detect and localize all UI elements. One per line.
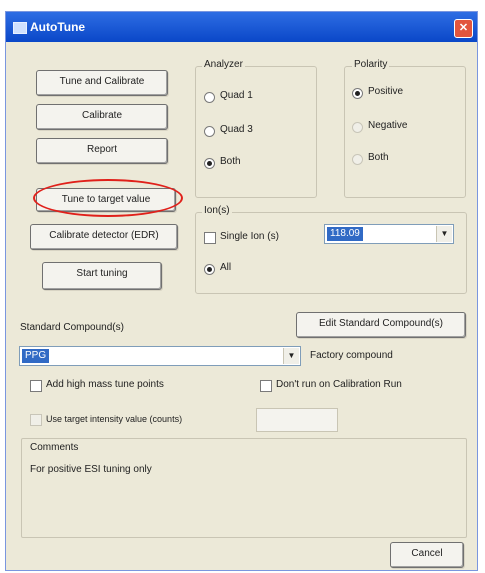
comments-text: For positive ESI tuning only — [30, 464, 152, 475]
comments-label: Comments — [30, 442, 79, 453]
autotune-dialog: AutoTune ✕ Tune and Calibrate Calibrate … — [5, 11, 478, 571]
polarity-both-label: Both — [368, 152, 389, 163]
chevron-down-icon[interactable]: ▼ — [283, 348, 299, 364]
single-ion-value: 118.09 — [327, 227, 363, 241]
calibrate-button[interactable]: Calibrate — [36, 104, 168, 130]
title-bar[interactable]: AutoTune ✕ — [6, 12, 477, 42]
negative-radio[interactable] — [352, 122, 363, 133]
positive-radio[interactable] — [352, 88, 363, 99]
single-ion-checkbox[interactable] — [204, 232, 216, 244]
add-high-mass-checkbox[interactable] — [30, 380, 42, 392]
target-intensity-input[interactable] — [256, 408, 338, 432]
standard-compound-label: Standard Compound(s) — [20, 322, 124, 333]
polarity-group — [344, 66, 466, 198]
dont-run-cal-checkbox[interactable] — [260, 380, 272, 392]
factory-compound-label: Factory compound — [310, 350, 393, 361]
start-tuning-button[interactable]: Start tuning — [42, 262, 162, 290]
calibrate-detector-button[interactable]: Calibrate detector (EDR) — [30, 224, 178, 250]
use-target-label: Use target intensity value (counts) — [46, 414, 183, 424]
standard-compound-combo[interactable]: PPG ▼ — [19, 346, 301, 366]
all-ions-radio[interactable] — [204, 264, 215, 275]
analyzer-both-radio[interactable] — [204, 158, 215, 169]
quad1-label: Quad 1 — [220, 90, 253, 101]
polarity-both-radio[interactable] — [352, 154, 363, 165]
negative-label: Negative — [368, 120, 408, 131]
analyzer-both-label: Both — [220, 156, 241, 167]
report-button[interactable]: Report — [36, 138, 168, 164]
single-ion-label: Single Ion (s) — [220, 231, 279, 242]
ions-label: Ion(s) — [202, 205, 232, 216]
standard-compound-value: PPG — [22, 349, 50, 363]
polarity-label: Polarity — [352, 59, 390, 70]
quad3-label: Quad 3 — [220, 124, 253, 135]
window-icon — [13, 22, 27, 34]
edit-standard-compound-button[interactable]: Edit Standard Compound(s) — [296, 312, 466, 338]
positive-label: Positive — [368, 86, 404, 97]
analyzer-label: Analyzer — [202, 59, 245, 70]
add-high-mass-label: Add high mass tune points — [46, 379, 164, 390]
quad3-radio[interactable] — [204, 126, 215, 137]
tune-and-calibrate-button[interactable]: Tune and Calibrate — [36, 70, 168, 96]
cancel-button[interactable]: Cancel — [390, 542, 464, 568]
single-ion-combo[interactable]: 118.09 ▼ — [324, 224, 454, 244]
comments-box — [21, 438, 467, 538]
dont-run-cal-label: Don't run on Calibration Run — [276, 379, 402, 390]
chevron-down-icon[interactable]: ▼ — [436, 226, 452, 242]
use-target-checkbox[interactable] — [30, 414, 42, 426]
tune-to-target-button[interactable]: Tune to target value — [36, 188, 176, 212]
quad1-radio[interactable] — [204, 92, 215, 103]
close-button[interactable]: ✕ — [454, 19, 473, 38]
all-ions-label: All — [220, 262, 232, 273]
window-title: AutoTune — [30, 20, 86, 34]
